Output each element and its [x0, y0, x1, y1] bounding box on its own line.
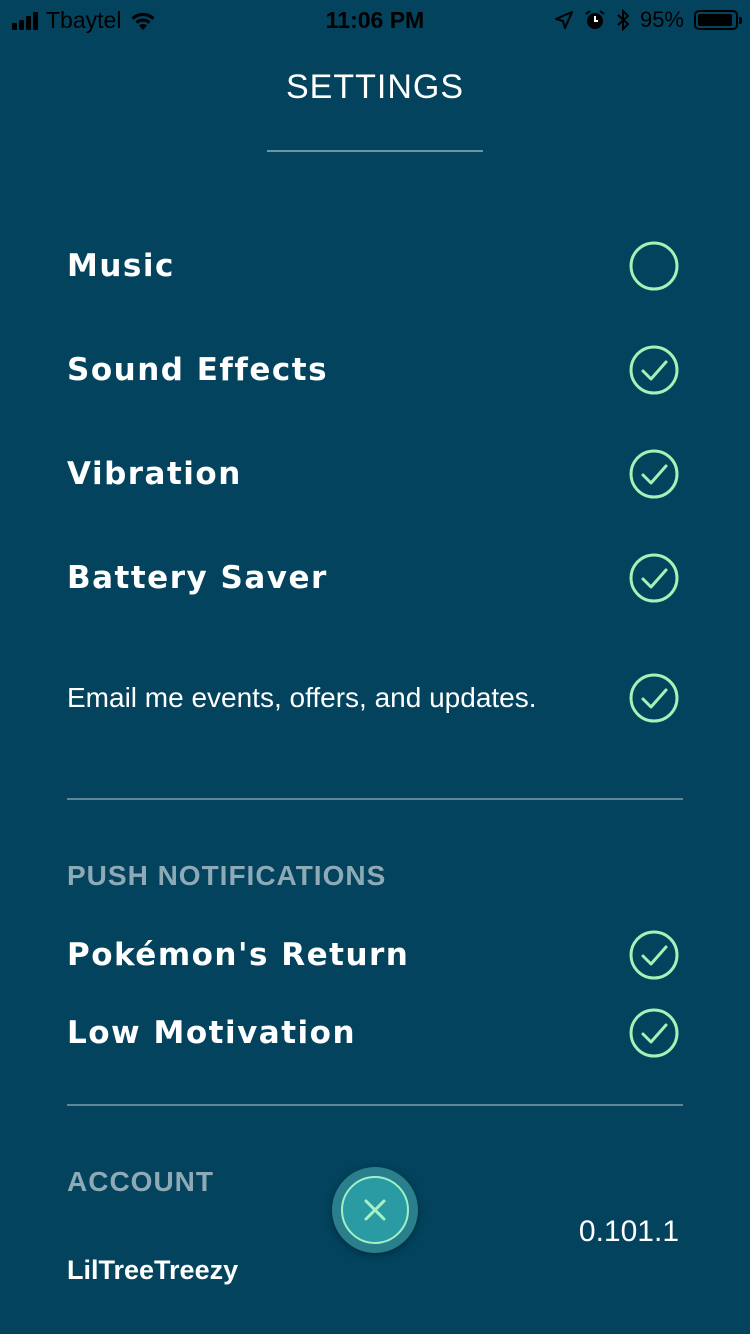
section-divider: [67, 1104, 683, 1106]
battery-icon: [694, 10, 742, 30]
alarm-icon: [585, 10, 605, 29]
page-title: SETTINGS: [285, 68, 465, 106]
setting-row-battery-saver[interactable]: Battery Saver: [67, 548, 679, 608]
account-header: ACCOUNT: [67, 1166, 214, 1197]
title-underline: [267, 150, 483, 152]
account-username: LilTreeTreezy: [67, 1255, 239, 1285]
checkbox-icon[interactable]: [629, 241, 679, 291]
setting-label: Pokémon's Return: [67, 937, 410, 973]
close-button[interactable]: [332, 1167, 418, 1253]
setting-label: Low Motivation: [67, 1015, 357, 1051]
setting-row-email-updates[interactable]: Email me events, offers, and updates.: [67, 668, 679, 728]
setting-row-music[interactable]: Music: [67, 236, 679, 296]
checkmark-icon[interactable]: [629, 345, 679, 395]
push-row-low-motivation[interactable]: Low Motivation: [67, 1003, 679, 1063]
section-divider: [67, 798, 683, 800]
checkmark-icon[interactable]: [629, 1008, 679, 1058]
app-version: 0.101.1: [578, 1215, 679, 1248]
checkmark-icon[interactable]: [629, 449, 679, 499]
setting-label: Vibration: [67, 456, 242, 492]
setting-label: Email me events, offers, and updates.: [67, 682, 537, 713]
bluetooth-icon: [617, 9, 630, 31]
checkmark-icon[interactable]: [629, 673, 679, 723]
setting-row-sound-effects[interactable]: Sound Effects: [67, 340, 679, 400]
settings-screen: Tbaytel 11:06 PM 95% SETTINGS Music Soun…: [0, 0, 750, 1334]
close-icon: [364, 1199, 386, 1221]
push-notifications-header: PUSH NOTIFICATIONS: [67, 860, 387, 891]
setting-label: Sound Effects: [67, 352, 329, 388]
battery-percent: 95%: [639, 7, 684, 32]
status-right: 95%: [554, 7, 742, 33]
setting-label: Music: [67, 248, 175, 284]
location-icon: [554, 11, 573, 29]
status-bar: Tbaytel 11:06 PM 95%: [0, 0, 750, 40]
battery-level: [698, 14, 732, 26]
push-row-pokemon-return[interactable]: Pokémon's Return: [67, 925, 679, 985]
checkmark-icon[interactable]: [629, 930, 679, 980]
setting-row-vibration[interactable]: Vibration: [67, 444, 679, 504]
checkmark-icon[interactable]: [629, 553, 679, 603]
setting-label: Battery Saver: [67, 560, 328, 596]
